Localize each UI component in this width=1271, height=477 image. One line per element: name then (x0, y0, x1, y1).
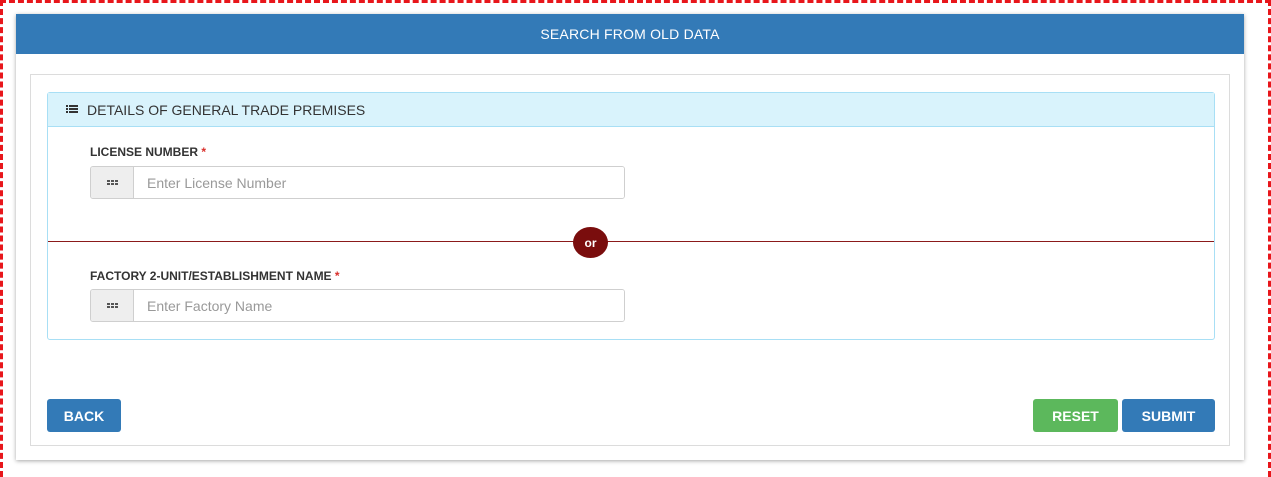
factory-name-input[interactable] (134, 290, 624, 321)
submit-button[interactable]: SUBMIT (1122, 399, 1215, 432)
license-number-group (90, 166, 625, 199)
or-divider-line (48, 241, 1214, 242)
trade-premises-panel: DETAILS OF GENERAL TRADE PREMISES LICENS… (47, 92, 1215, 340)
factory-name-label: FACTORY 2-UNIT/ESTABLISHMENT NAME * (90, 269, 340, 283)
license-number-input[interactable] (134, 167, 624, 198)
required-mark: * (334, 269, 340, 283)
required-mark: * (201, 145, 207, 159)
th-grid-icon (106, 180, 118, 185)
panel-heading-text: DETAILS OF GENERAL TRADE PREMISES (87, 101, 366, 118)
factory-name-group (90, 289, 625, 322)
or-badge: or (573, 227, 608, 258)
back-button[interactable]: BACK (47, 399, 121, 432)
form-container: DETAILS OF GENERAL TRADE PREMISES LICENS… (30, 74, 1230, 446)
license-number-label: LICENSE NUMBER * (90, 145, 207, 159)
card-title: SEARCH FROM OLD DATA (540, 26, 720, 42)
factory-addon (91, 290, 134, 321)
card-header: SEARCH FROM OLD DATA (16, 14, 1244, 54)
panel-heading: DETAILS OF GENERAL TRADE PREMISES (48, 93, 1214, 127)
license-addon (91, 167, 134, 198)
search-old-data-card: SEARCH FROM OLD DATA DETAILS OF GENERAL … (16, 14, 1244, 460)
list-icon (66, 105, 78, 114)
th-grid-icon (106, 303, 118, 308)
reset-button[interactable]: RESET (1033, 399, 1118, 432)
